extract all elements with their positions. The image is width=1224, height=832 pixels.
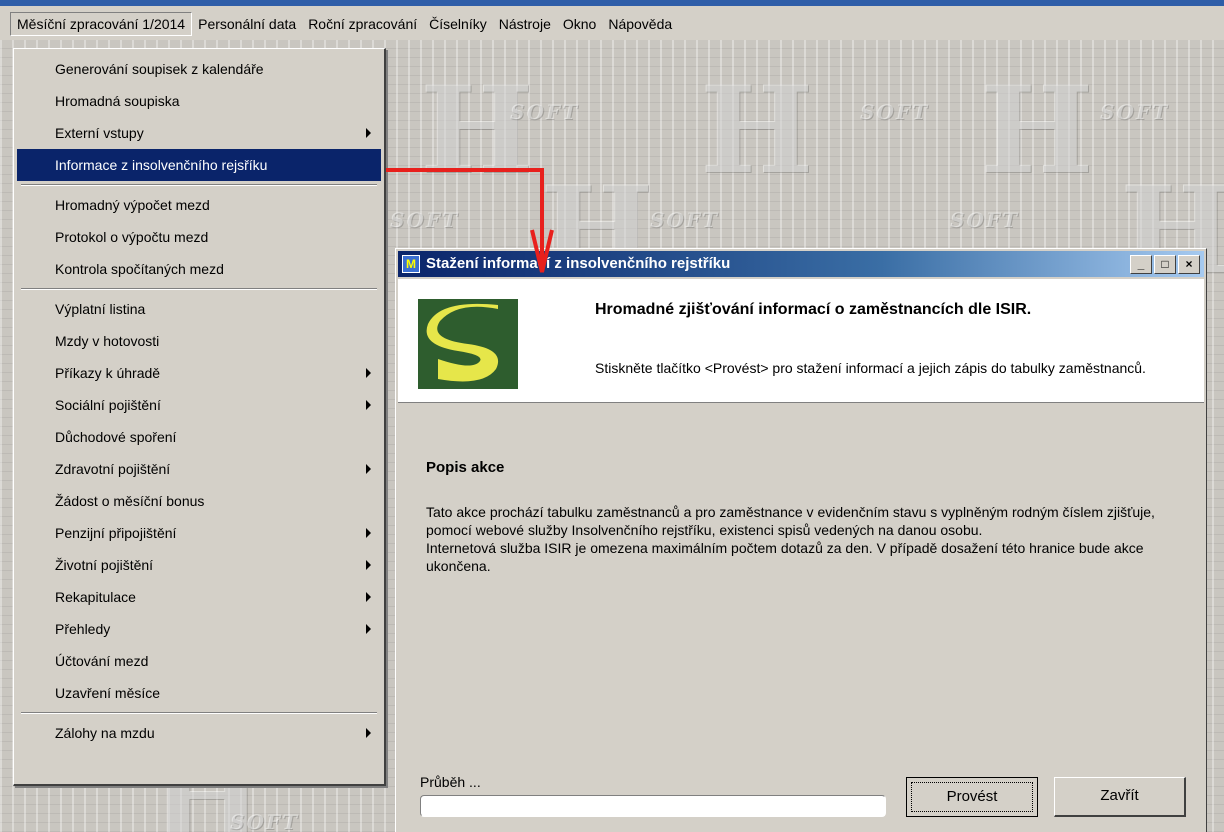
menu-separator	[17, 709, 381, 717]
maximize-button[interactable]: □	[1154, 255, 1176, 274]
menu-rocni-zpracovani[interactable]: Roční zpracování	[302, 12, 423, 36]
provest-button[interactable]: Provést	[906, 777, 1038, 817]
window-title-strip	[0, 0, 1224, 6]
zavrit-button[interactable]: Zavřít	[1054, 777, 1186, 817]
watermark-soft: SOFT	[1100, 100, 1169, 124]
submenu-arrow-icon	[366, 624, 371, 634]
submenu-arrow-icon	[366, 592, 371, 602]
submenu-arrow-icon	[366, 400, 371, 410]
menu-separator	[17, 285, 381, 293]
menu-mesicni-zpracovani[interactable]: Měsíční zpracování 1/2014	[10, 12, 193, 36]
submenu-arrow-icon	[366, 128, 371, 138]
watermark-soft: SOFT	[230, 810, 299, 832]
menu-item-penzijni-pripojisteni[interactable]: Penzijní připojištění	[17, 517, 381, 549]
dialog-header-description: Stiskněte tlačítko <Provést> pro stažení…	[595, 360, 1146, 376]
menu-napoveda[interactable]: Nápověda	[602, 12, 678, 36]
menu-okno[interactable]: Okno	[557, 12, 602, 36]
menu-item-informace-isir[interactable]: Informace z insolvenčního rejsříku	[17, 149, 381, 181]
menu-item-hromadna-soupiska[interactable]: Hromadná soupiska	[17, 85, 381, 117]
action-description-text: Tato akce prochází tabulku zaměstnanců a…	[426, 503, 1166, 575]
app-icon: M	[402, 255, 420, 273]
watermark-soft: SOFT	[510, 100, 579, 124]
submenu-arrow-icon	[366, 560, 371, 570]
submenu-arrow-icon	[366, 528, 371, 538]
watermark-soft: SOFT	[950, 208, 1019, 232]
menu-nastroje[interactable]: Nástroje	[493, 12, 557, 36]
provest-button-label: Provést	[911, 782, 1033, 812]
menu-item-rekapitulace[interactable]: Rekapitulace	[17, 581, 381, 613]
isir-download-dialog: M Stažení informací z insolvenčního rejs…	[395, 248, 1207, 832]
watermark-soft: SOFT	[650, 208, 719, 232]
action-description-paragraph: Tato akce prochází tabulku zaměstnanců a…	[426, 504, 1155, 538]
menu-item-duchodove-sporeni[interactable]: Důchodové spoření	[17, 421, 381, 453]
action-description-title: Popis akce	[426, 459, 505, 476]
menu-item-zadost-o-bonus[interactable]: Žádost o měsíční bonus	[17, 485, 381, 517]
dialog-title: Stažení informací z insolvenčního rejstř…	[426, 255, 731, 272]
action-description-paragraph: Internetová služba ISIR je omezena maxim…	[426, 540, 1144, 574]
progress-bar	[420, 795, 886, 817]
close-icon[interactable]: ×	[1178, 255, 1200, 274]
dialog-header-panel: Hromadné zjišťování informací o zaměstna…	[398, 279, 1204, 403]
menu-item-zalohy-na-mzdu[interactable]: Zálohy na mzdu	[17, 717, 381, 749]
watermark-logo: H	[700, 60, 816, 201]
logo-s-icon	[418, 299, 518, 389]
submenu-arrow-icon	[366, 464, 371, 474]
monthly-processing-menu: Generování soupisek z kalendáře Hromadná…	[13, 48, 386, 786]
menu-item-uctovani-mezd[interactable]: Účtování mezd	[17, 645, 381, 677]
dialog-title-bar[interactable]: M Stažení informací z insolvenčního rejs…	[398, 251, 1204, 277]
menu-item-socialni-pojisteni[interactable]: Sociální pojištění	[17, 389, 381, 421]
menu-item-uzavreni-mesice[interactable]: Uzavření měsíce	[17, 677, 381, 709]
menu-personalni-data[interactable]: Personální data	[192, 12, 302, 36]
menu-item-generovani-soupisek[interactable]: Generování soupisek z kalendáře	[17, 53, 381, 85]
watermark-soft: SOFT	[390, 208, 459, 232]
menu-item-mzdy-v-hotovosti[interactable]: Mzdy v hotovosti	[17, 325, 381, 357]
submenu-arrow-icon	[366, 368, 371, 378]
application-top-bar: Měsíční zpracování 1/2014 Personální dat…	[0, 0, 1224, 41]
menu-separator	[17, 181, 381, 189]
minimize-button[interactable]: _	[1130, 255, 1152, 274]
watermark-logo: H	[420, 60, 536, 201]
menu-item-hromadny-vypocet[interactable]: Hromadný výpočet mezd	[17, 189, 381, 221]
menu-item-externi-vstupy[interactable]: Externí vstupy	[17, 117, 381, 149]
watermark-soft: SOFT	[860, 100, 929, 124]
menu-item-zdravotni-pojisteni[interactable]: Zdravotní pojištění	[17, 453, 381, 485]
dialog-header-title: Hromadné zjišťování informací o zaměstna…	[595, 301, 1032, 318]
company-logo	[418, 299, 518, 389]
menu-item-protokol-vypoctu[interactable]: Protokol o výpočtu mezd	[17, 221, 381, 253]
menu-item-prikazy-k-uhrade[interactable]: Příkazy k úhradě	[17, 357, 381, 389]
menu-ciselniky[interactable]: Číselníky	[423, 12, 493, 36]
submenu-arrow-icon	[366, 728, 371, 738]
menu-item-kontrola-mezd[interactable]: Kontrola spočítaných mezd	[17, 253, 381, 285]
progress-label: Průběh ...	[420, 774, 481, 790]
menu-item-zivotni-pojisteni[interactable]: Životní pojištění	[17, 549, 381, 581]
menu-bar: Měsíční zpracování 1/2014 Personální dat…	[10, 12, 678, 36]
menu-item-vyplatni-listina[interactable]: Výplatní listina	[17, 293, 381, 325]
menu-item-prehledy[interactable]: Přehledy	[17, 613, 381, 645]
watermark-logo: H	[980, 60, 1096, 201]
